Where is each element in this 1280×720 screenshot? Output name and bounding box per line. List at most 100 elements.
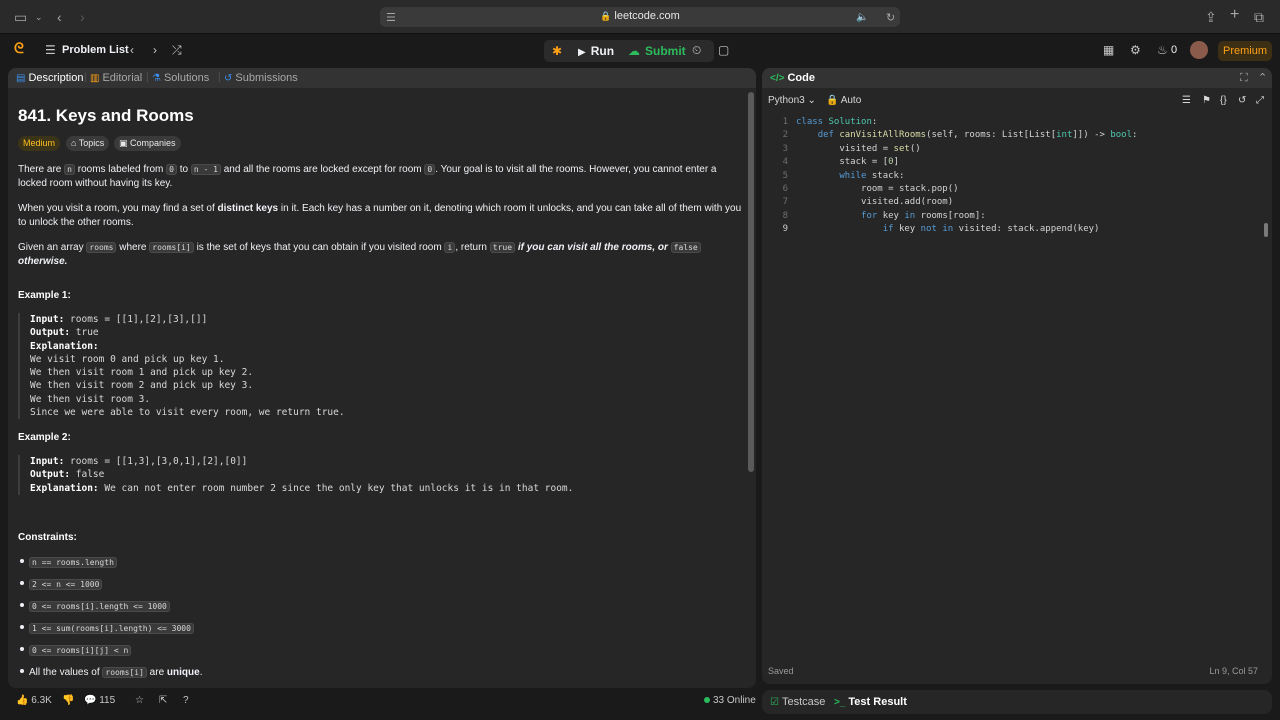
explanation-line: We visit room 0 and pick up key 1. — [30, 353, 225, 365]
text: When you visit a room, you may find a se… — [18, 203, 218, 214]
layout-icon[interactable]: ▦ — [1103, 42, 1114, 58]
code-icon: </> — [770, 73, 785, 84]
inline-code: n - 1 — [190, 164, 221, 175]
audio-icon[interactable]: 🔈 — [856, 9, 868, 27]
inline-code: 2 <= n <= 1000 — [29, 579, 103, 590]
gear-icon[interactable]: ⚙ — [1130, 42, 1141, 58]
leetcode-logo[interactable]: ᘓ — [14, 40, 24, 56]
inline-code: rooms — [86, 242, 117, 253]
constraints-heading: Constraints: — [18, 532, 77, 543]
tab-code[interactable]: </> Code — [770, 71, 815, 86]
input-label: Input: — [30, 314, 65, 325]
description-scrollbar[interactable] — [748, 92, 754, 472]
tag-icon: ⌂ — [71, 138, 79, 148]
comments-button[interactable]: 💬 115 — [84, 695, 115, 706]
line-number: 2 — [782, 130, 788, 141]
share-icon[interactable]: ⇪ — [1205, 8, 1217, 26]
prev-problem-icon[interactable]: ‹ — [130, 42, 134, 58]
constraint-item: 2 <= n <= 1000 — [18, 578, 103, 592]
input-value: rooms = [[1],[2],[3],[]] — [64, 314, 208, 325]
code-tabbar: </> Code ⛶ ⌃ — [762, 68, 1272, 88]
premium-button[interactable]: Premium — [1218, 41, 1272, 61]
editor-toolbar: Python3 ⌄ 🔒 Auto ☰ ⚑ {} ↺ ⤢ — [762, 92, 1272, 110]
reset-icon[interactable]: ↺ — [1238, 95, 1246, 106]
chevron-down-icon[interactable]: ⌄ — [35, 8, 43, 26]
collapse-icon[interactable]: ⌃ — [1258, 71, 1267, 85]
maximize-icon[interactable]: ⛶ — [1240, 71, 1248, 85]
reload-icon[interactable]: ↻ — [886, 9, 895, 27]
text: . — [199, 667, 203, 678]
tab-description[interactable]: ▤ Description — [16, 71, 83, 86]
example-2-heading: Example 2: — [18, 432, 71, 443]
star-icon[interactable]: ☆ — [135, 695, 144, 706]
inline-code: false — [670, 242, 701, 253]
auto-mode[interactable]: 🔒 Auto — [826, 95, 861, 106]
timer-icon[interactable]: ⏲ — [692, 42, 701, 58]
submit-button[interactable]: ☁ Submit — [620, 40, 694, 62]
tab-divider: | — [146, 72, 149, 83]
shuffle-icon[interactable]: ⤮ — [172, 42, 182, 58]
topics-label: Topics — [78, 138, 105, 148]
dislike-icon[interactable]: 👎 — [62, 695, 74, 706]
new-tab-icon[interactable]: + — [1230, 6, 1239, 24]
tab-divider: | — [218, 72, 221, 83]
tab-testcase[interactable]: ☑ Testcase — [770, 695, 825, 710]
topics-chip[interactable]: ⌂ Topics — [66, 136, 110, 151]
output-label: Output: — [30, 327, 71, 339]
sidebar-toggle-icon[interactable]: ▭ — [14, 8, 27, 26]
like-button[interactable]: 👍 6.3K — [16, 695, 52, 706]
bookmark-icon[interactable]: ⚑ — [1202, 95, 1211, 106]
tab-submissions[interactable]: ↺ Submissions — [224, 71, 298, 86]
line-number: 9 — [782, 224, 788, 235]
fullscreen-icon[interactable]: ⤢ — [1256, 95, 1264, 106]
constraint-item: All the values of rooms[i] are unique. — [18, 666, 202, 680]
editor-scrollbar[interactable] — [1264, 223, 1268, 237]
tab-solutions[interactable]: ⚗ Solutions — [152, 71, 209, 86]
problem-list-link[interactable]: Problem List — [62, 42, 129, 58]
text: is the set of keys that you can obtain i… — [193, 242, 445, 253]
debug-icon[interactable]: ✱ — [544, 40, 570, 62]
address-bar[interactable]: ☰ 🔒 leetcode.com 🔈 ↻ — [380, 7, 900, 27]
line-number: 3 — [782, 143, 788, 154]
chevron-down-icon: ⌄ — [804, 95, 816, 106]
tab-testcase-label: Testcase — [781, 696, 826, 708]
forward-icon[interactable]: › — [80, 8, 85, 26]
line-number: 7 — [782, 197, 788, 208]
run-button[interactable]: ▶ Run — [570, 40, 622, 62]
help-icon[interactable]: ? — [183, 695, 189, 706]
braces-icon[interactable]: {} — [1220, 95, 1227, 106]
input-value: rooms = [[1,3],[3,0,1],[2],[0]] — [64, 456, 248, 467]
comment-count: 115 — [99, 695, 116, 706]
tab-editorial[interactable]: ▥ Editorial — [90, 71, 142, 86]
tab-test-result[interactable]: >_ Test Result — [834, 695, 907, 710]
constraint-item: 0 <= rooms[i][j] < n — [18, 644, 132, 658]
notes-icon[interactable]: ▢ — [718, 42, 729, 58]
online-dot-icon — [704, 697, 710, 704]
run-label: Run — [590, 44, 615, 58]
tab-solutions-label: Solutions — [163, 72, 210, 84]
avatar[interactable] — [1190, 41, 1208, 59]
next-problem-icon[interactable]: › — [153, 42, 157, 58]
share-link-icon[interactable]: ⇱ — [159, 695, 167, 706]
language-select[interactable]: Python3 ⌄ — [768, 95, 816, 106]
save-status: Saved — [768, 666, 794, 676]
code-editor[interactable]: class Solution: def canVisitAllRooms(sel… — [796, 116, 1137, 237]
bold-italic-text: if you can visit — [515, 242, 591, 253]
difficulty-badge[interactable]: Medium — [18, 136, 61, 151]
tabs-overview-icon[interactable]: ⧉ — [1254, 8, 1264, 26]
terminal-icon: >_ — [834, 697, 846, 708]
bold-italic-text: all — [590, 242, 602, 253]
explanation-label: Explanation: — [30, 482, 99, 494]
format-icon[interactable]: ☰ — [1182, 95, 1191, 106]
text: and all the rooms are locked except for … — [220, 164, 425, 175]
companies-chip[interactable]: ▣ Companies — [114, 136, 181, 151]
back-icon[interactable]: ‹ — [57, 8, 62, 26]
inline-code: 0 — [424, 164, 436, 175]
tab-submissions-label: Submissions — [235, 72, 298, 84]
output-value: false — [70, 469, 105, 481]
fire-icon[interactable]: ♨ — [1157, 42, 1168, 58]
constraint-item: 0 <= rooms[i].length <= 1000 — [18, 600, 170, 614]
description-tabbar: ▤ Description | ▥ Editorial | ⚗ Solutions |… — [8, 68, 756, 88]
app-nav: ᘓ ☰ Problem List ‹ › ⤮ ✱ ▶ Run ☁ Submit ⏲ … — [0, 34, 1280, 67]
constraint-item: 1 <= sum(rooms[i].length) <= 3000 — [18, 622, 194, 636]
